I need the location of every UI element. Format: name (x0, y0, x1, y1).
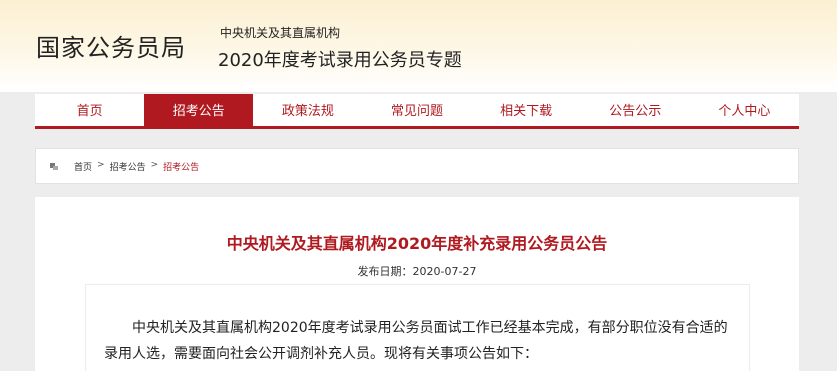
site-header: 国家公务员局 中央机关及其直属机构 2020年度考试录用公务员专题 (0, 0, 837, 92)
article-title: 中央机关及其直属机构2020年度补充录用公务员公告 (226, 234, 608, 253)
breadcrumb: 首页 > 招考公告 > 招考公告 (35, 148, 799, 184)
breadcrumb-trail: 首页 > 招考公告 > 招考公告 (74, 160, 199, 173)
header-subtitle-main: 2020年度考试录用公务员专题 (218, 50, 462, 71)
article-date: 发布日期：2020-07-27 (357, 265, 477, 278)
nav-item-home[interactable]: 首页 (35, 94, 144, 126)
nav-item-announcements[interactable]: 公告公示 (581, 94, 690, 126)
location-icon (50, 163, 58, 170)
article-container: 中央机关及其直属机构2020年度补充录用公务员公告 发布日期：2020-07-2… (35, 197, 799, 371)
site-logo[interactable]: 国家公务员局 (36, 28, 186, 63)
breadcrumb-separator: > (150, 160, 159, 170)
nav-item-downloads[interactable]: 相关下载 (472, 94, 581, 126)
breadcrumb-home-link[interactable]: 首页 (74, 160, 92, 173)
breadcrumb-current[interactable]: 招考公告 (163, 160, 199, 173)
nav-item-user-center[interactable]: 个人中心 (690, 94, 799, 126)
nav-item-faq[interactable]: 常见问题 (362, 94, 471, 126)
article-body: 中央机关及其直属机构2020年度考试录用公务员面试工作已经基本完成，有部分职位没… (85, 284, 750, 371)
breadcrumb-exam-notices-link[interactable]: 招考公告 (110, 160, 146, 173)
nav-item-exam-notices[interactable]: 招考公告 (144, 94, 254, 126)
main-nav: 首页 招考公告 政策法规 常见问题 相关下载 公告公示 个人中心 (35, 94, 799, 129)
article-paragraph: 中央机关及其直属机构2020年度考试录用公务员面试工作已经基本完成，有部分职位没… (104, 320, 728, 362)
header-subtitle-top: 中央机关及其直属机构 (220, 26, 341, 40)
nav-item-policies[interactable]: 政策法规 (253, 94, 362, 126)
breadcrumb-separator: > (97, 160, 105, 170)
